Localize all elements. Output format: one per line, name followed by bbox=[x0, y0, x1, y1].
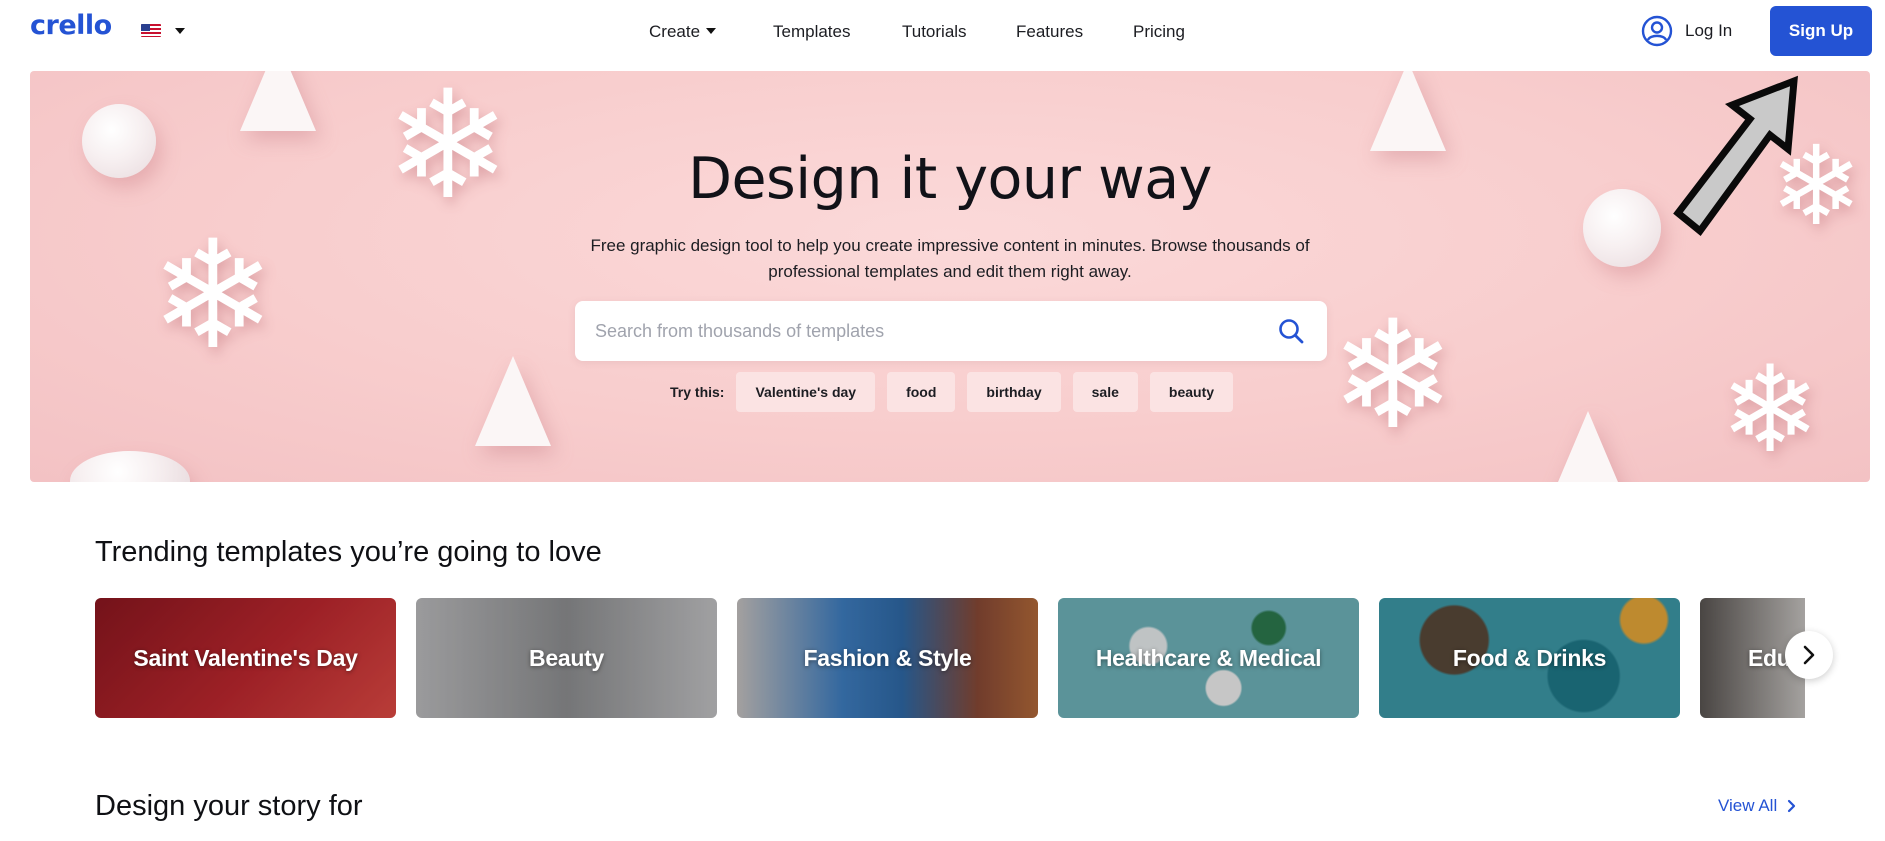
tree-decoration bbox=[475, 356, 551, 446]
hero-subtitle: Free graphic design tool to help you cre… bbox=[590, 236, 1310, 281]
user-circle-icon bbox=[1641, 15, 1673, 47]
category-card-label: Fashion & Style bbox=[803, 644, 972, 671]
suggestion-chip[interactable]: birthday bbox=[967, 372, 1061, 412]
trending-carousel: Saint Valentine's Day Beauty Fashion & S… bbox=[95, 598, 1805, 718]
chevron-right-icon bbox=[1788, 799, 1796, 813]
caret-down-icon bbox=[706, 28, 717, 34]
snowflake-decoration: ❄ bbox=[1720, 341, 1821, 480]
login-label: Log In bbox=[1685, 21, 1733, 40]
category-card-label: Food & Drinks bbox=[1452, 644, 1607, 671]
snowflake-decoration: ❄ bbox=[150, 209, 276, 383]
main-nav: Create Templates Tutorials Features Pric… bbox=[0, 22, 1885, 46]
snowflake-decoration: ❄ bbox=[1330, 289, 1456, 463]
hero-banner: ❄ ❄ ❄ ❄ ❄ Design it your way Free graphi… bbox=[30, 71, 1870, 482]
nav-tutorials[interactable]: Tutorials bbox=[902, 22, 967, 42]
search-icon[interactable] bbox=[1277, 317, 1305, 345]
nav-templates[interactable]: Templates bbox=[773, 22, 850, 42]
view-all-label: View All bbox=[1718, 796, 1778, 815]
nav-create-label: Create bbox=[649, 22, 701, 41]
category-card-label: Beauty bbox=[529, 644, 604, 671]
suggestion-chip[interactable]: sale bbox=[1072, 372, 1138, 412]
suggestion-chip[interactable]: beauty bbox=[1149, 372, 1234, 412]
category-card-label: Saint Valentine's Day bbox=[133, 644, 358, 671]
category-card[interactable]: Healthcare & Medical bbox=[1058, 598, 1359, 718]
category-card[interactable]: Saint Valentine's Day bbox=[95, 598, 396, 718]
pointer-arrow-icon bbox=[1673, 75, 1798, 237]
hero-title: Design it your way bbox=[688, 146, 1212, 212]
search-input[interactable] bbox=[595, 301, 1235, 361]
template-search-box[interactable] bbox=[575, 301, 1327, 361]
top-header: crello Create Templates Tutorials Featur… bbox=[0, 0, 1885, 68]
category-card-label: Healthcare & Medical bbox=[1095, 644, 1322, 671]
search-suggestions: Try this: Valentine's day food birthday … bbox=[670, 372, 1234, 412]
tree-decoration bbox=[1550, 411, 1626, 482]
category-card[interactable]: Food & Drinks bbox=[1379, 598, 1680, 718]
tree-decoration bbox=[240, 71, 316, 131]
tree-decoration bbox=[1370, 71, 1446, 151]
try-this-label: Try this: bbox=[670, 384, 725, 400]
suggestion-chip[interactable]: Valentine's day bbox=[736, 372, 876, 412]
trending-title: Trending templates you’re going to love bbox=[95, 536, 602, 568]
category-card[interactable]: Fashion & Style bbox=[737, 598, 1038, 718]
chevron-right-icon bbox=[1803, 645, 1815, 665]
story-title: Design your story for bbox=[95, 790, 363, 822]
ornament-ball bbox=[70, 451, 190, 482]
signup-button[interactable]: Sign Up bbox=[1770, 6, 1872, 56]
nav-create[interactable]: Create bbox=[649, 22, 717, 42]
suggestion-chip[interactable]: food bbox=[887, 372, 956, 412]
nav-pricing[interactable]: Pricing bbox=[1133, 22, 1185, 42]
view-all-link[interactable]: View All bbox=[1718, 796, 1796, 816]
carousel-next-button[interactable] bbox=[1785, 631, 1833, 679]
nav-features[interactable]: Features bbox=[1016, 22, 1083, 42]
login-button[interactable]: Log In bbox=[1641, 14, 1732, 48]
category-card[interactable]: Beauty bbox=[416, 598, 717, 718]
